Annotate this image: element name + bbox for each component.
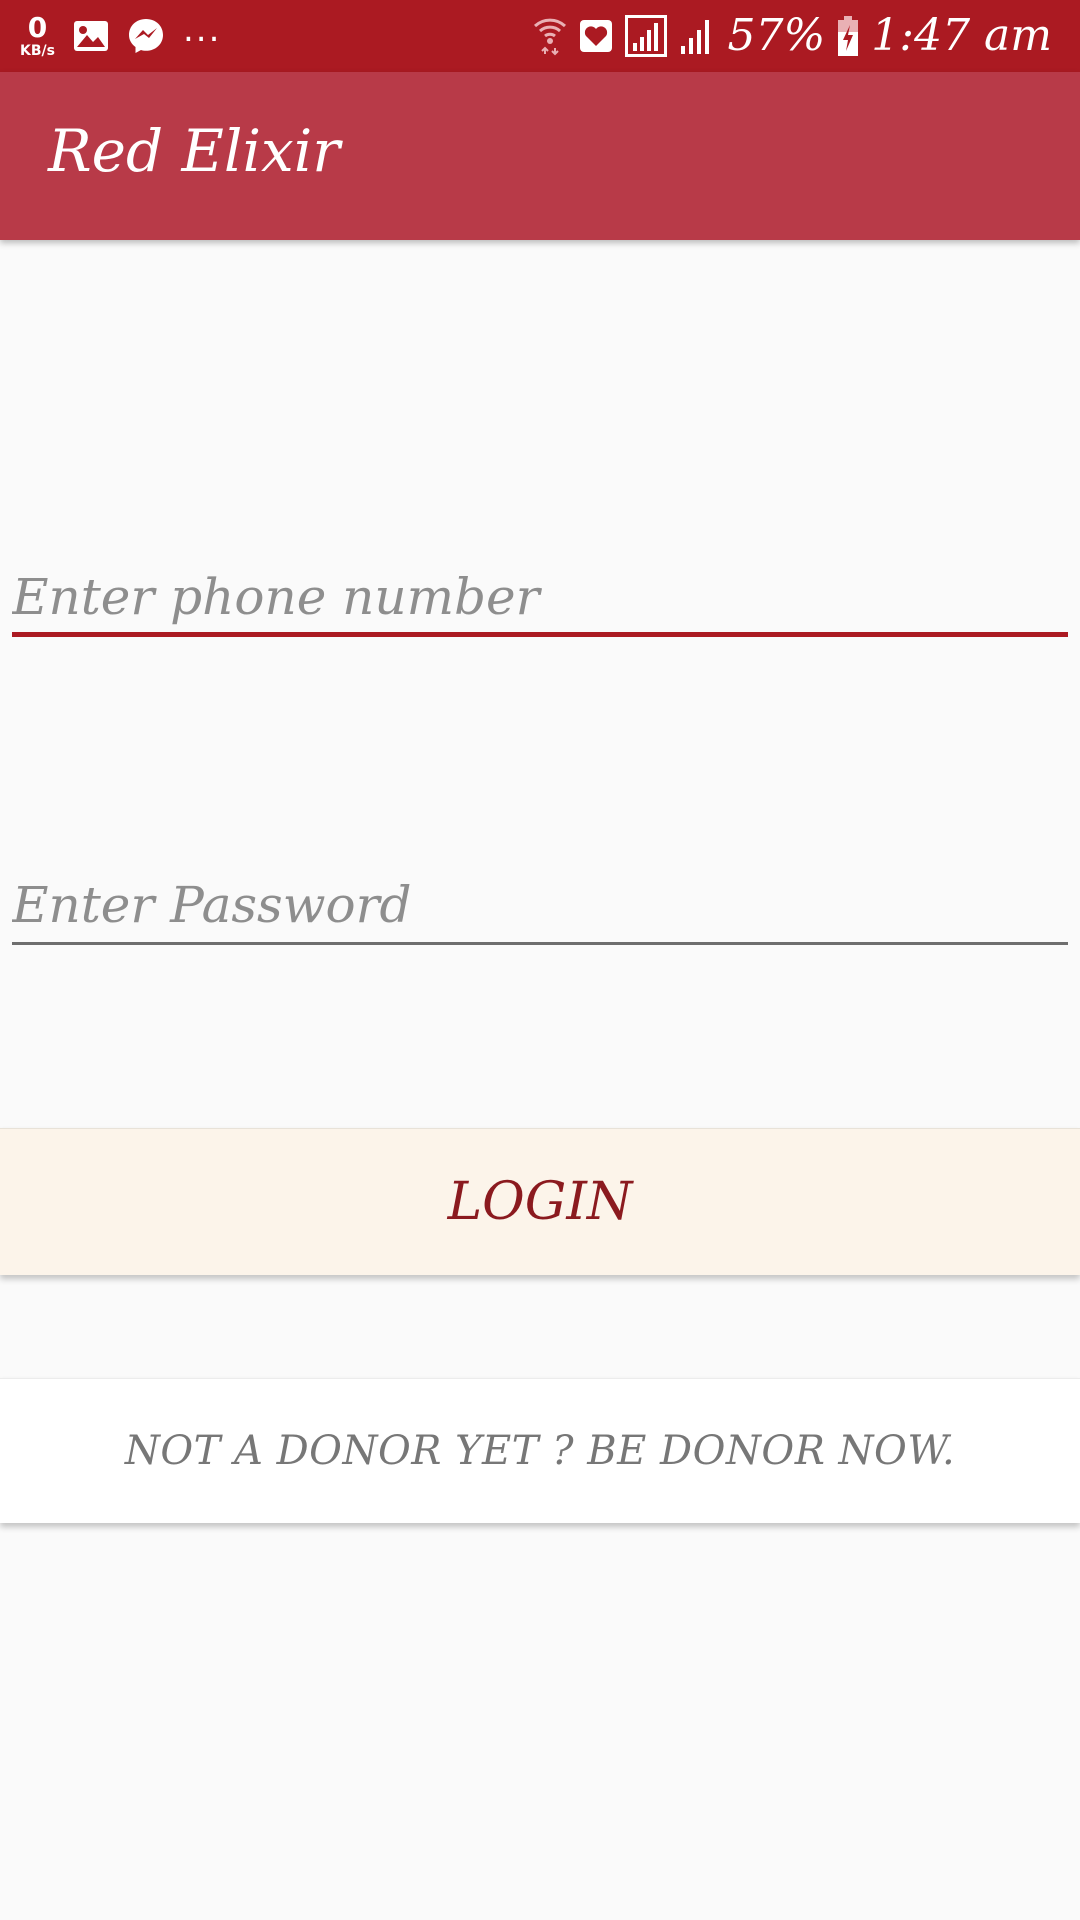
signal-icon-2 bbox=[679, 16, 715, 56]
wifi-icon bbox=[533, 16, 567, 56]
password-underline bbox=[12, 942, 1068, 945]
status-bar: 0 KB/s ... 57% 1:47 am bbox=[0, 0, 1080, 72]
login-button[interactable]: LOGIN bbox=[0, 1128, 1080, 1275]
phone-number-field bbox=[12, 562, 1068, 637]
clock-time: 1:47 am bbox=[871, 10, 1052, 61]
become-donor-button[interactable]: NOT A DONOR YET ? BE DONOR NOW. bbox=[0, 1378, 1080, 1523]
login-button-label: LOGIN bbox=[447, 1172, 633, 1232]
battery-percentage: 57% bbox=[727, 10, 826, 61]
password-field bbox=[12, 870, 1068, 945]
status-bar-right: 57% 1:47 am bbox=[533, 10, 1052, 62]
gallery-icon bbox=[73, 20, 109, 52]
network-speed: 0 KB/s bbox=[20, 11, 55, 59]
app-title: Red Elixir bbox=[48, 117, 340, 185]
network-speed-unit: KB/s bbox=[20, 43, 55, 59]
network-speed-value: 0 bbox=[27, 11, 48, 44]
password-input[interactable] bbox=[12, 870, 1068, 940]
heart-notification-icon bbox=[579, 19, 613, 53]
app-bar: Red Elixir bbox=[0, 72, 1080, 240]
signal-icon bbox=[625, 15, 668, 57]
become-donor-button-label: NOT A DONOR YET ? BE DONOR NOW. bbox=[124, 1428, 956, 1474]
phone-number-underline bbox=[12, 632, 1068, 637]
battery-charging-icon bbox=[837, 15, 859, 57]
more-notifications-icon: ... bbox=[182, 10, 222, 50]
messenger-icon bbox=[127, 17, 165, 55]
phone-number-input[interactable] bbox=[12, 562, 1068, 632]
status-bar-left: 0 KB/s ... bbox=[20, 10, 221, 62]
